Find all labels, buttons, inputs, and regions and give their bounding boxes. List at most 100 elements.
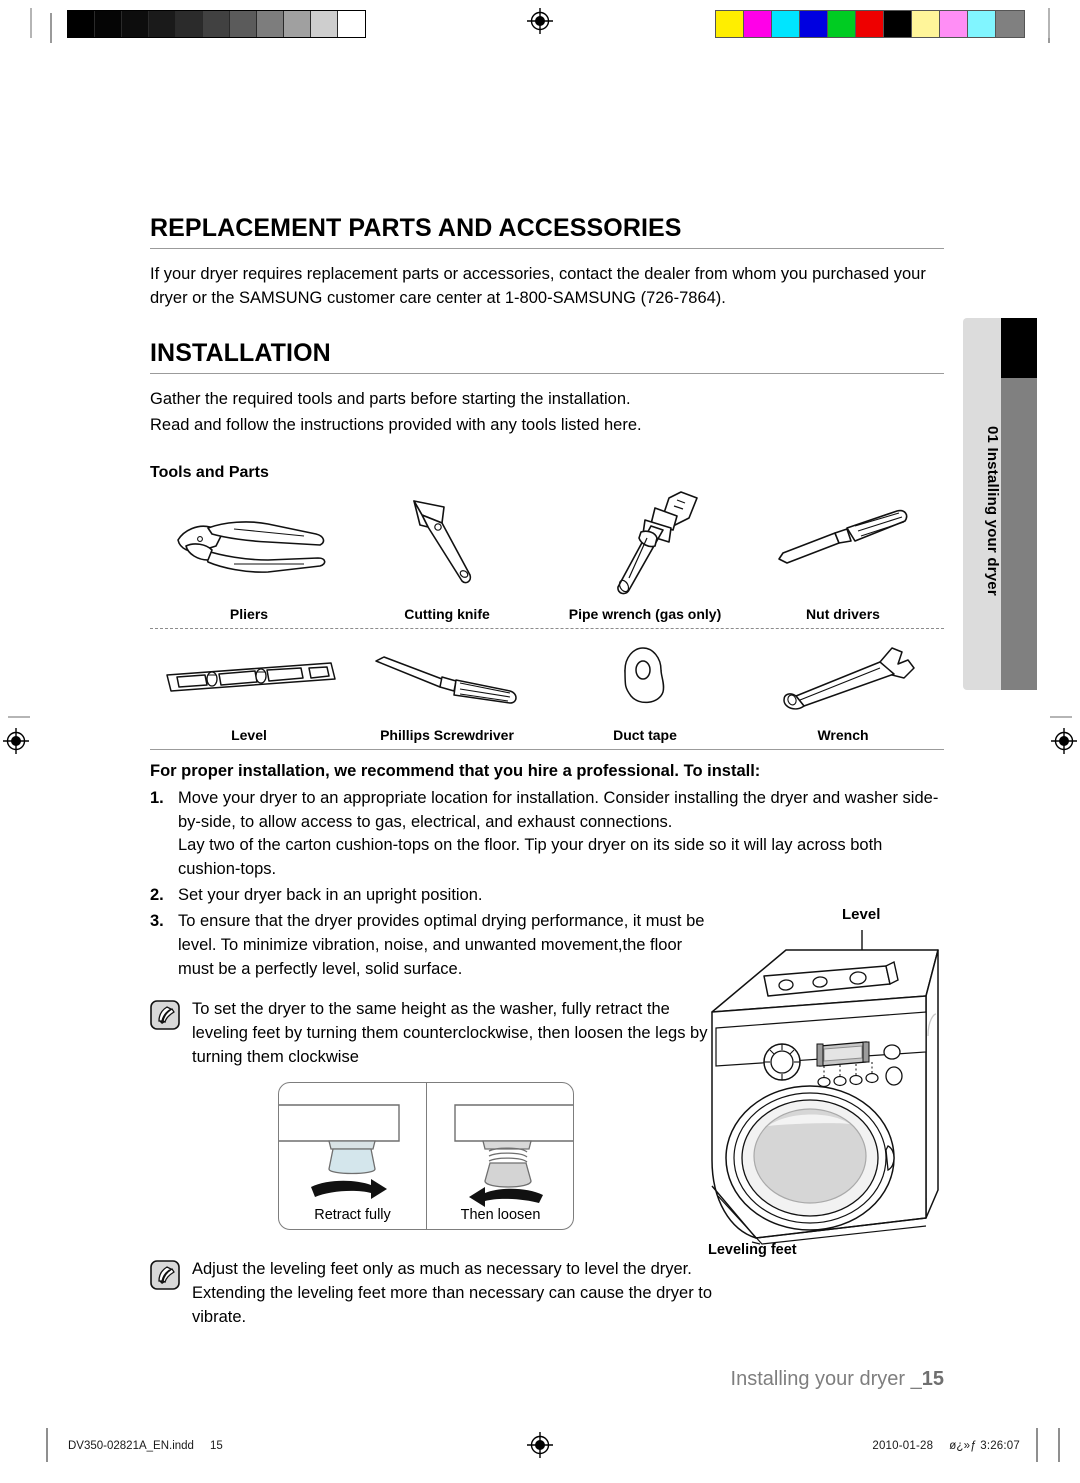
color-patch-5 — [856, 11, 884, 37]
replacement-parts-body: If your dryer requires replacement parts… — [150, 264, 926, 307]
registration-target-right — [1051, 728, 1077, 754]
color-patch-0 — [716, 11, 744, 37]
slug-page: 15 — [209, 1440, 223, 1452]
note-text: Adjust the leveling feet only as much as… — [192, 1259, 713, 1326]
grayscale-patch-5 — [203, 11, 230, 37]
color-patch-8 — [940, 11, 968, 37]
installation-intro-line1: Gather the required tools and parts befo… — [150, 389, 631, 408]
grayscale-patch-1 — [95, 11, 122, 37]
side-tab-black-block — [1001, 318, 1037, 378]
color-patch-3 — [800, 11, 828, 37]
dryer-illustration: Level Leveling feet — [690, 900, 958, 1290]
dryer-level-label: Level — [842, 906, 881, 923]
tool-item-phillips-screwdriver: Phillips Screwdriver — [348, 637, 546, 745]
tool-label: Wrench — [817, 726, 869, 743]
slug-rule-right-outer — [1058, 1428, 1060, 1462]
tool-item-pliers: Pliers — [150, 488, 348, 624]
tool-label: Level — [231, 726, 267, 743]
grayscale-patch-10 — [338, 11, 365, 37]
tool-label: Duct tape — [613, 726, 677, 743]
slug-date: 2010-01-28 — [872, 1440, 934, 1452]
note-icon — [150, 1000, 180, 1030]
duct-tape-icon — [546, 637, 744, 721]
tool-item-wrench: Wrench — [744, 637, 942, 745]
footer-chapter-text: Installing your dryer _ — [730, 1368, 922, 1390]
grayscale-calibration-strip — [67, 10, 366, 38]
wrench-icon — [744, 637, 942, 721]
note-text: To set the dryer to the same height as t… — [192, 1000, 708, 1066]
registration-target-bottom — [527, 1432, 553, 1458]
grayscale-patch-9 — [311, 11, 338, 37]
grayscale-patch-3 — [149, 11, 176, 37]
crop-tick-left — [50, 13, 52, 43]
chapter-side-tab: 01 Installing your dryer — [963, 318, 1037, 690]
leveling-feet-diagram: Retract fully Then loosen — [278, 1081, 574, 1230]
leveling-caption-left: Retract fully — [314, 1206, 391, 1223]
registration-target-left — [3, 728, 29, 754]
pliers-icon — [150, 488, 348, 600]
leveling-caption-right: Then loosen — [460, 1206, 541, 1223]
color-patch-7 — [912, 11, 940, 37]
crop-mark-ml-h — [8, 716, 30, 718]
color-patch-1 — [744, 11, 772, 37]
step-number: 1. — [150, 788, 164, 807]
color-patch-2 — [772, 11, 800, 37]
tool-label: Nut drivers — [806, 605, 880, 622]
slug-time: ø¿»ƒ 3:26:07 — [949, 1440, 1020, 1452]
install-step: 1. Move your dryer to an appropriate loc… — [150, 787, 944, 883]
side-tab-gray-block — [1001, 378, 1037, 690]
footer-page-number: 15 — [921, 1368, 944, 1390]
tool-item-cutting-knife: Cutting knife — [348, 488, 546, 624]
grayscale-patch-0 — [68, 11, 95, 37]
installation-heading: INSTALLATION — [150, 340, 944, 374]
tools-and-parts-heading: Tools and Parts — [150, 463, 269, 481]
note-icon — [150, 1259, 180, 1290]
dryer-drawing — [711, 930, 939, 1245]
tool-label: Pipe wrench (gas only) — [568, 605, 722, 622]
pipe-wrench-icon — [546, 488, 744, 600]
crop-mark-mr-h — [1050, 716, 1072, 718]
print-slug-left: DV350-02821A_EN.indd 15 — [68, 1440, 223, 1452]
crop-mark-tr-v — [1048, 8, 1050, 38]
leveling-panel-loosen: Then loosen — [426, 1082, 573, 1229]
step-number: 3. — [150, 912, 164, 931]
crop-mark-tl-v — [30, 8, 32, 38]
cutting-knife-icon — [348, 488, 546, 600]
tool-label: Phillips Screwdriver — [380, 726, 514, 743]
color-patch-4 — [828, 11, 856, 37]
page-footer: Installing your dryer _15 — [0, 1368, 944, 1391]
dryer-leveling-feet-label: Leveling feet — [708, 1242, 797, 1258]
color-patch-6 — [884, 11, 912, 37]
level-icon — [150, 637, 348, 721]
step-text: Move your dryer to an appropriate locati… — [178, 788, 939, 879]
slug-rule-left — [46, 1428, 48, 1462]
install-lead-text: For proper installation, we recommend th… — [150, 761, 761, 780]
installation-intro-line2: Read and follow the instructions provide… — [150, 416, 642, 435]
print-slug-right: 2010-01-28 ø¿»ƒ 3:26:07 — [872, 1440, 1020, 1452]
tool-item-nut-drivers: Nut drivers — [744, 488, 942, 624]
leveling-panel-retract: Retract fully — [279, 1083, 426, 1229]
phillips-screwdriver-icon — [348, 637, 546, 721]
step-text: To ensure that the dryer provides optima… — [178, 912, 705, 979]
tool-item-duct-tape: Duct tape — [546, 637, 744, 745]
tool-item-level: Level — [150, 637, 348, 745]
grayscale-patch-2 — [122, 11, 149, 37]
grayscale-patch-8 — [284, 11, 311, 37]
tools-row-1: Pliers Cutting knife Pipe wrench (gas on… — [150, 488, 944, 624]
replacement-parts-heading: REPLACEMENT PARTS AND ACCESSORIES — [150, 214, 944, 249]
tools-divider-dashed — [150, 627, 944, 629]
color-patch-10 — [996, 11, 1024, 37]
tool-label: Pliers — [229, 605, 269, 622]
tool-item-pipe-wrench: Pipe wrench (gas only) — [546, 488, 744, 624]
color-calibration-strip — [715, 10, 1025, 38]
step-number: 2. — [150, 886, 164, 905]
slug-rule-right-inner — [1036, 1428, 1038, 1462]
nut-driver-icon — [744, 488, 942, 600]
tools-row-2: Level Phillips Screwdriver Duct tape Wre… — [150, 637, 944, 745]
grayscale-patch-7 — [257, 11, 284, 37]
registration-target-top — [527, 8, 553, 34]
grayscale-patch-4 — [176, 11, 203, 37]
color-patch-9 — [968, 11, 996, 37]
grayscale-patch-6 — [230, 11, 257, 37]
tool-label: Cutting knife — [404, 605, 490, 622]
